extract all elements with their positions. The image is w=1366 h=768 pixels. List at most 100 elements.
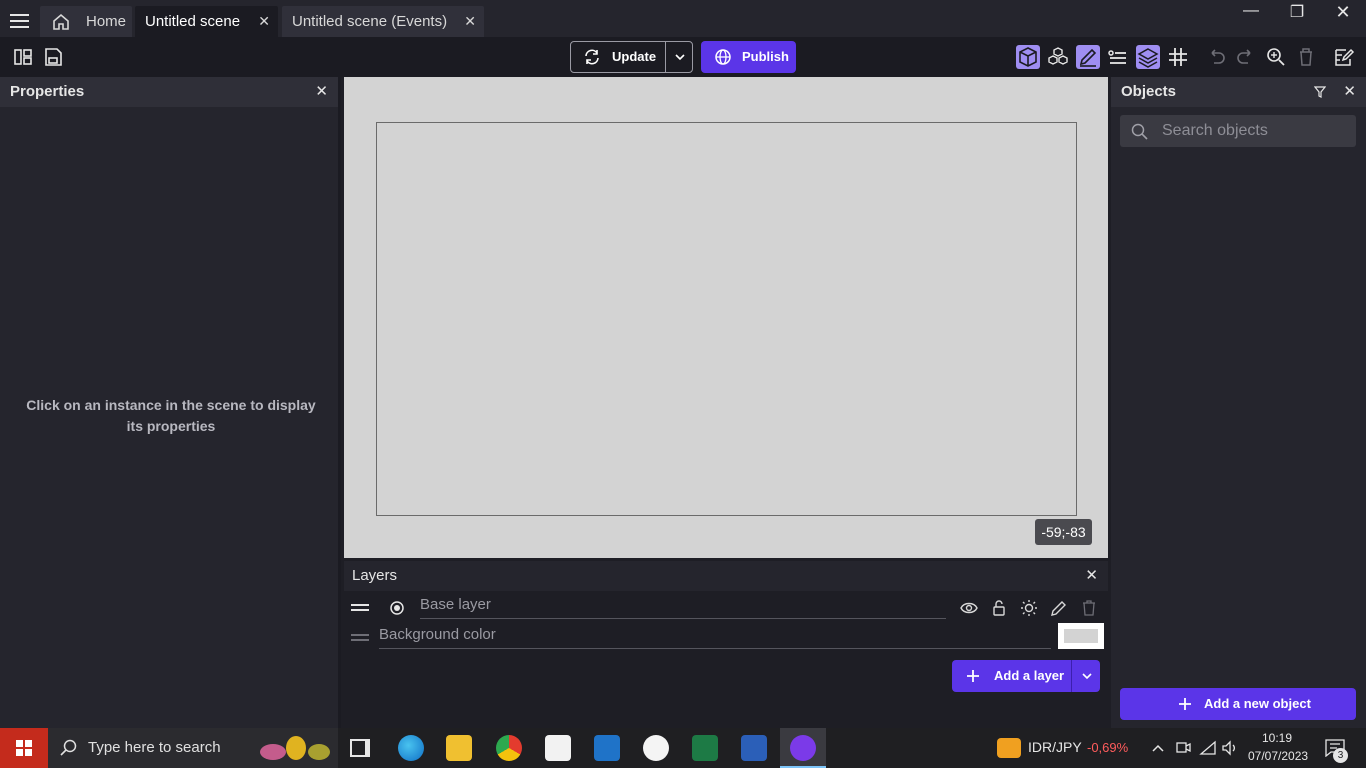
background-color-field: Background color	[379, 624, 1051, 649]
properties-empty-message: Click on an instance in the scene to dis…	[26, 397, 316, 434]
excel-icon[interactable]	[692, 735, 718, 761]
pencil-edit-icon[interactable]	[1076, 45, 1100, 69]
layers-title: Layers	[352, 567, 398, 584]
search-icon	[1131, 123, 1148, 140]
notification-badge: 3	[1333, 748, 1348, 763]
title-bar: Home Untitled scene ✕ Untitled scene (Ev…	[0, 0, 1366, 37]
add-layer-label: Add a layer	[994, 668, 1065, 683]
publish-button[interactable]: Publish	[701, 41, 796, 73]
sync-icon	[585, 49, 599, 65]
tab-events-label: Untitled scene (Events)	[292, 13, 448, 30]
tab-home-label: Home	[86, 13, 127, 30]
window-close-icon[interactable]: ✕	[1331, 2, 1355, 22]
clock-time[interactable]: 10:19	[1262, 731, 1292, 745]
objects-title: Objects	[1121, 83, 1177, 100]
selected-layer-radio-icon[interactable]	[387, 598, 407, 618]
base-layer-name-field[interactable]: Base layer	[420, 594, 946, 619]
properties-title: Properties	[10, 83, 85, 100]
close-icon[interactable]: ✕	[1343, 77, 1356, 107]
home-icon	[53, 13, 69, 30]
edit-scene-properties-icon[interactable]	[1332, 45, 1356, 69]
close-icon[interactable]: ✕	[315, 77, 328, 107]
scene-bounds	[376, 122, 1077, 516]
microsoft-store-icon[interactable]	[545, 735, 571, 761]
objects-header: Objects ✕	[1111, 77, 1366, 107]
word-icon[interactable]	[741, 735, 767, 761]
trash-icon[interactable]	[1294, 45, 1318, 69]
properties-header: Properties ✕	[0, 77, 338, 107]
minimize-icon[interactable]: —	[1239, 2, 1263, 22]
file-explorer-icon[interactable]	[446, 735, 472, 761]
lighting-sun-icon[interactable]	[1019, 598, 1039, 618]
meet-now-icon[interactable]	[1175, 739, 1191, 757]
clock-date[interactable]: 07/07/2023	[1248, 749, 1308, 763]
wifi-icon[interactable]	[1199, 740, 1217, 756]
cursor-coordinates: -59;-83	[1035, 519, 1092, 545]
search-icon	[60, 739, 77, 756]
task-view-icon[interactable]	[350, 739, 370, 757]
ticker-change: -0,69%	[1087, 740, 1129, 755]
stock-ticker-icon	[997, 738, 1021, 758]
chrome-icon[interactable]	[496, 735, 522, 761]
taskbar-search-placeholder: Type here to search	[88, 739, 221, 756]
save-icon[interactable]	[41, 45, 65, 69]
unlock-icon[interactable]	[989, 598, 1009, 618]
windows-taskbar: Type here to search IDR/JPY -0,69% 10:19…	[0, 728, 1366, 768]
edge-browser-icon[interactable]	[398, 735, 424, 761]
tab-home[interactable]: Home	[40, 6, 132, 37]
scene-canvas[interactable]: -59;-83	[344, 77, 1108, 558]
visibility-eye-icon[interactable]	[959, 598, 979, 618]
windows-logo-icon	[16, 740, 32, 756]
plus-icon	[967, 670, 979, 682]
layers-header: Layers ✕	[344, 561, 1108, 591]
plus-icon	[1179, 698, 1191, 710]
background-color-swatch[interactable]	[1058, 623, 1104, 649]
app-icon[interactable]	[643, 735, 669, 761]
instances-list-icon[interactable]	[1106, 45, 1130, 69]
add-layer-button-group: Add a layer	[952, 660, 1100, 692]
layers-panel: Layers ✕ Base layer Background color Add…	[344, 561, 1108, 728]
grid-icon[interactable]	[1166, 45, 1190, 69]
close-tab-icon[interactable]: ✕	[258, 6, 270, 37]
search-objects-input[interactable]	[1162, 115, 1348, 147]
ticker-symbol[interactable]: IDR/JPY	[1028, 739, 1082, 755]
tab-untitled-scene-events[interactable]: Untitled scene (Events) ✕	[282, 6, 484, 37]
object-groups-icon[interactable]	[1046, 45, 1070, 69]
mail-icon[interactable]	[594, 735, 620, 761]
layers-icon[interactable]	[1136, 45, 1160, 69]
update-button-group: Update	[570, 41, 693, 73]
close-icon[interactable]: ✕	[1085, 561, 1098, 591]
edit-layer-pencil-icon[interactable]	[1049, 598, 1069, 618]
zoom-icon[interactable]	[1264, 45, 1288, 69]
redo-icon[interactable]	[1234, 45, 1258, 69]
search-highlight-image-icon	[260, 736, 332, 762]
chevron-up-icon[interactable]	[1151, 742, 1165, 754]
add-new-object-button[interactable]: Add a new object	[1120, 688, 1356, 720]
tab-untitled-scene[interactable]: Untitled scene ✕	[135, 6, 278, 37]
add-layer-dropdown-button[interactable]	[1071, 660, 1100, 692]
taskbar-search[interactable]: Type here to search	[48, 728, 338, 768]
globe-icon	[715, 49, 731, 65]
3d-cube-icon[interactable]	[1016, 45, 1040, 69]
delete-layer-trash-icon[interactable]	[1079, 598, 1099, 618]
hamburger-menu-icon[interactable]	[10, 14, 29, 28]
update-dropdown-button[interactable]	[665, 42, 693, 72]
panels-icon[interactable]	[11, 45, 35, 69]
gdevelop-icon	[790, 735, 816, 761]
restore-icon[interactable]: ❐	[1285, 2, 1309, 22]
volume-icon[interactable]	[1221, 740, 1239, 756]
undo-icon[interactable]	[1204, 45, 1228, 69]
add-layer-button[interactable]: Add a layer	[952, 660, 1070, 692]
gdevelop-active-app[interactable]	[780, 728, 826, 768]
properties-panel: Properties ✕ Click on an instance in the…	[0, 77, 341, 728]
drag-handle-icon[interactable]	[351, 604, 369, 612]
update-label: Update	[612, 49, 657, 64]
chevron-down-icon	[1082, 673, 1092, 680]
filter-icon[interactable]	[1314, 86, 1326, 98]
start-button[interactable]	[0, 728, 48, 768]
objects-panel: Objects ✕ Add a new object	[1111, 77, 1366, 728]
close-tab-icon[interactable]: ✕	[464, 6, 476, 37]
toolbar: Update Publish	[0, 37, 1366, 77]
update-button[interactable]: Update	[571, 42, 665, 72]
publish-label: Publish	[742, 49, 789, 64]
